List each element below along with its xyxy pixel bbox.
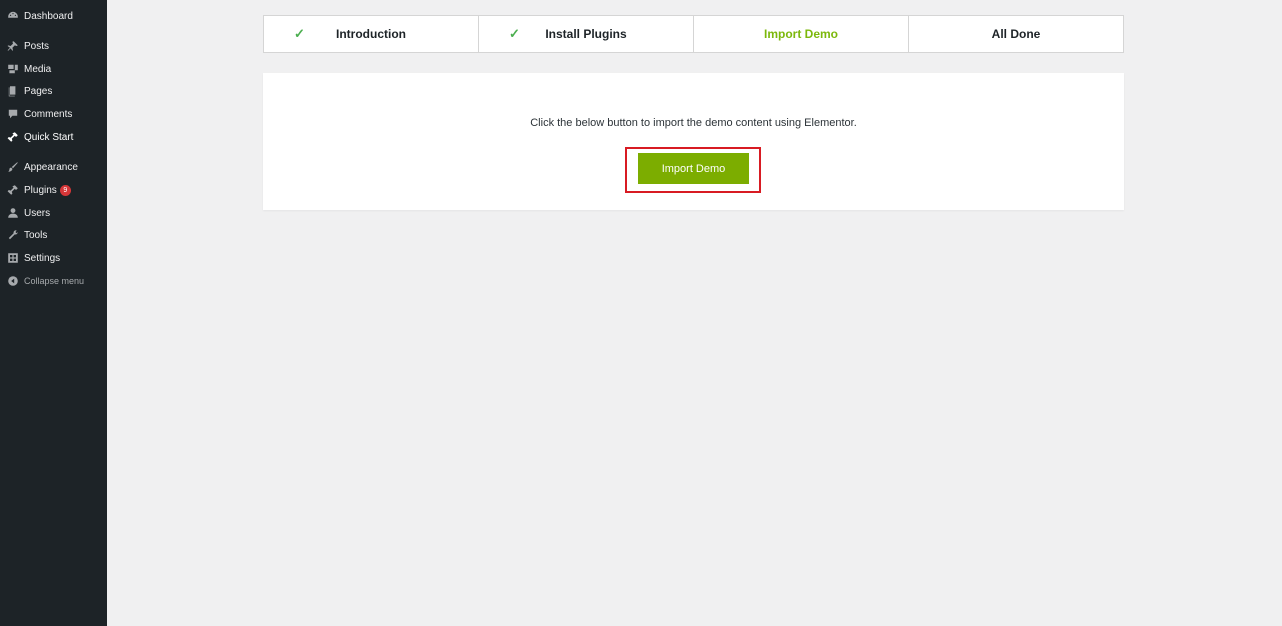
sidebar-item-appearance[interactable]: Appearance: [0, 156, 107, 178]
sidebar-item-plugins[interactable]: Plugins 9: [0, 179, 107, 201]
dashboard-icon: [6, 10, 19, 23]
sidebar-item-label: Posts: [24, 40, 50, 52]
check-icon: ✓: [509, 26, 520, 41]
wrench-icon: [6, 229, 19, 242]
import-description: Click the below button to import the dem…: [530, 117, 857, 129]
users-icon: [6, 207, 19, 220]
collapse-icon: [6, 275, 19, 288]
sidebar-item-label: Quick Start: [24, 131, 74, 143]
import-demo-button[interactable]: Import Demo: [638, 153, 749, 184]
sidebar-item-label: Settings: [24, 252, 61, 264]
sidebar-item-label: Dashboard: [24, 10, 73, 22]
sidebar-item-posts[interactable]: Posts: [0, 35, 107, 57]
sidebar-item-users[interactable]: Users: [0, 202, 107, 224]
sidebar-item-label: Collapse menu: [24, 276, 85, 286]
pages-icon: [6, 85, 19, 98]
step-label: Import Demo: [763, 27, 838, 41]
quick-start-icon: [6, 131, 19, 144]
pin-icon: [6, 40, 19, 53]
step-label: Introduction: [336, 27, 406, 41]
sidebar-collapse-menu[interactable]: Collapse menu: [0, 270, 107, 292]
sidebar-item-label: Plugins: [24, 184, 57, 196]
sidebar-item-pages[interactable]: Pages: [0, 80, 107, 102]
sidebar-item-quick-start[interactable]: Quick Start: [0, 126, 107, 148]
step-label: Install Plugins: [545, 27, 627, 41]
sidebar-item-tools[interactable]: Tools: [0, 224, 107, 246]
sidebar-item-label: Users: [24, 207, 51, 219]
brush-icon: [6, 161, 19, 174]
settings-icon: [6, 252, 19, 265]
sidebar-item-dashboard[interactable]: Dashboard: [0, 5, 107, 27]
setup-wizard-steps: ✓ Introduction ✓ Install Plugins Import …: [263, 15, 1124, 53]
check-icon: ✓: [294, 26, 305, 41]
step-import-demo[interactable]: Import Demo: [694, 16, 909, 52]
sidebar-item-media[interactable]: Media: [0, 58, 107, 80]
media-icon: [6, 63, 19, 76]
plugins-icon: [6, 184, 19, 197]
sidebar-item-label: Tools: [24, 229, 48, 241]
step-introduction[interactable]: ✓ Introduction: [264, 16, 479, 52]
plugins-update-badge: 9: [59, 184, 71, 196]
import-demo-card: Click the below button to import the dem…: [263, 73, 1124, 210]
sidebar-item-settings[interactable]: Settings: [0, 247, 107, 269]
sidebar-item-label: Appearance: [24, 161, 78, 173]
step-install-plugins[interactable]: ✓ Install Plugins: [479, 16, 694, 52]
sidebar-item-label: Comments: [24, 108, 73, 120]
step-label: All Done: [991, 27, 1041, 41]
comments-icon: [6, 108, 19, 121]
step-all-done[interactable]: All Done: [909, 16, 1123, 52]
sidebar-item-label: Media: [24, 63, 52, 75]
sidebar-item-label: Pages: [24, 85, 53, 97]
admin-sidebar: Dashboard Posts Media Pages Comments Qui…: [0, 0, 107, 626]
sidebar-item-comments[interactable]: Comments: [0, 103, 107, 125]
